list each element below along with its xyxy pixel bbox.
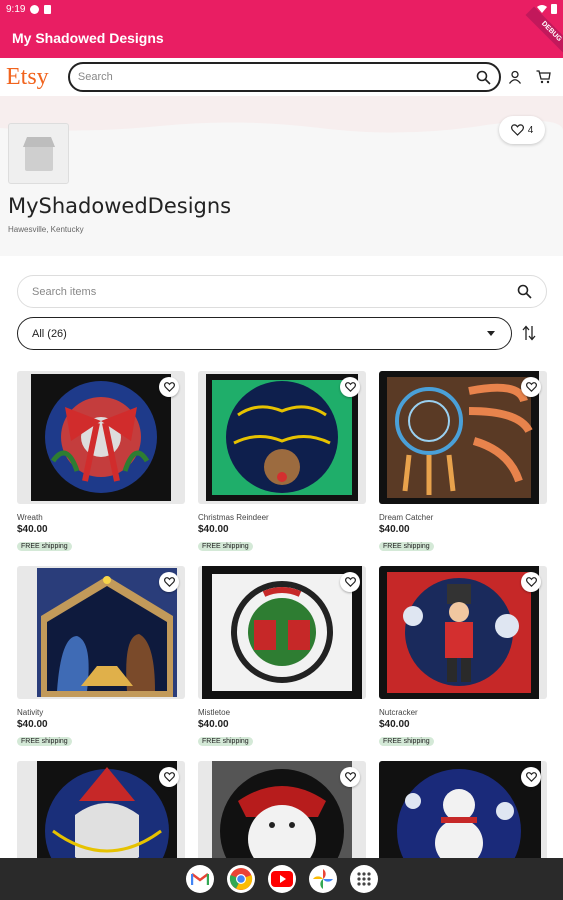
- app-title-bar: My Shadowed Designs DEBUG: [0, 6, 563, 58]
- listing-image-mistletoe[interactable]: [198, 566, 366, 699]
- heart-icon: [510, 124, 524, 136]
- photos-icon[interactable]: [308, 865, 337, 893]
- favorite-item-button[interactable]: [521, 377, 541, 397]
- status-time: 9:19: [6, 3, 26, 15]
- listing-image-dream-catcher[interactable]: [379, 371, 547, 504]
- shop-banner: 4 MyShadowedDesigns Hawesville, Kentucky: [0, 96, 563, 256]
- heart-icon: [525, 577, 537, 587]
- apps-icon[interactable]: [349, 865, 378, 893]
- free-shipping-badge: FREE shipping: [379, 542, 434, 551]
- favorite-item-button[interactable]: [159, 572, 179, 592]
- banner-background: [0, 96, 563, 136]
- account-icon[interactable]: [501, 70, 529, 84]
- free-shipping-badge: FREE shipping: [198, 737, 253, 746]
- shop-location: Hawesville, Kentucky: [8, 225, 84, 234]
- listing-title[interactable]: Christmas Reindeer: [198, 513, 366, 522]
- listing-title[interactable]: Wreath: [17, 513, 185, 522]
- status-bar: 9:19: [0, 0, 563, 18]
- battery-icon: [551, 4, 557, 14]
- caret-down-icon: [487, 331, 495, 336]
- sort-icon[interactable]: [522, 325, 536, 341]
- heart-icon: [344, 772, 356, 782]
- favorite-item-button[interactable]: [159, 377, 179, 397]
- favorite-shop-button[interactable]: 4: [499, 116, 545, 144]
- heart-icon: [163, 577, 175, 587]
- listing-price: $40.00: [17, 719, 48, 730]
- listing-price: $40.00: [17, 524, 48, 535]
- youtube-icon[interactable]: [267, 865, 296, 893]
- favorite-item-button[interactable]: [340, 767, 360, 787]
- items-search-input[interactable]: Search items: [17, 275, 547, 308]
- favorite-item-button[interactable]: [340, 572, 360, 592]
- listing-card[interactable]: Nutcracker $40.00 FREE shipping: [379, 566, 547, 748]
- favorite-item-button[interactable]: [340, 377, 360, 397]
- storage-icon: [44, 4, 52, 14]
- chrome-icon[interactable]: [226, 865, 255, 893]
- etsy-header: Etsy Search: [0, 58, 563, 96]
- free-shipping-badge: FREE shipping: [379, 737, 434, 746]
- listing-image-nativity[interactable]: [17, 566, 185, 699]
- favorite-item-button[interactable]: [521, 767, 541, 787]
- listing-image-nutcracker[interactable]: [379, 566, 547, 699]
- filter-selected-value: All (26): [32, 327, 67, 340]
- search-icon[interactable]: [476, 70, 491, 85]
- listing-card[interactable]: Christmas Reindeer $40.00 FREE shipping: [198, 371, 366, 553]
- listing-title[interactable]: Mistletoe: [198, 708, 366, 717]
- listing-price: $40.00: [379, 524, 410, 535]
- app-dock: [0, 858, 563, 900]
- items-search-placeholder: Search items: [32, 285, 97, 298]
- listing-card[interactable]: Wreath $40.00 FREE shipping: [17, 371, 185, 553]
- free-shipping-badge: FREE shipping: [17, 542, 72, 551]
- listing-title[interactable]: Nativity: [17, 708, 185, 717]
- search-icon[interactable]: [517, 284, 532, 299]
- search-placeholder: Search: [77, 71, 113, 83]
- heart-icon: [525, 772, 537, 782]
- favorites-count: 4: [527, 124, 534, 136]
- heart-icon: [344, 577, 356, 587]
- notification-icon: [30, 4, 40, 14]
- heart-icon: [525, 382, 537, 392]
- cart-icon[interactable]: [529, 70, 557, 84]
- shop-placeholder-icon: [22, 136, 55, 171]
- heart-icon: [344, 382, 356, 392]
- section-filter-select[interactable]: All (26): [17, 317, 512, 350]
- heart-icon: [163, 382, 175, 392]
- free-shipping-badge: FREE shipping: [198, 542, 253, 551]
- listing-price: $40.00: [379, 719, 410, 730]
- etsy-search-input[interactable]: Search: [67, 62, 502, 92]
- listing-image-wreath[interactable]: [17, 371, 185, 504]
- listing-card[interactable]: Dream Catcher $40.00 FREE shipping: [379, 371, 547, 553]
- app-title: My Shadowed Designs: [12, 30, 164, 46]
- etsy-logo[interactable]: Etsy: [6, 64, 68, 91]
- listing-card[interactable]: Mistletoe $40.00 FREE shipping: [198, 566, 366, 748]
- heart-icon: [163, 772, 175, 782]
- free-shipping-badge: FREE shipping: [17, 737, 72, 746]
- listing-title[interactable]: Dream Catcher: [379, 513, 547, 522]
- listing-price: $40.00: [198, 719, 229, 730]
- shop-name: MyShadowedDesigns: [8, 194, 232, 218]
- gmail-icon[interactable]: [185, 865, 214, 893]
- listing-card[interactable]: Nativity $40.00 FREE shipping: [17, 566, 185, 748]
- listing-price: $40.00: [198, 524, 229, 535]
- listing-image-christmas-reindeer[interactable]: [198, 371, 366, 504]
- favorite-item-button[interactable]: [521, 572, 541, 592]
- shop-avatar: [8, 123, 69, 184]
- favorite-item-button[interactable]: [159, 767, 179, 787]
- listing-title[interactable]: Nutcracker: [379, 708, 547, 717]
